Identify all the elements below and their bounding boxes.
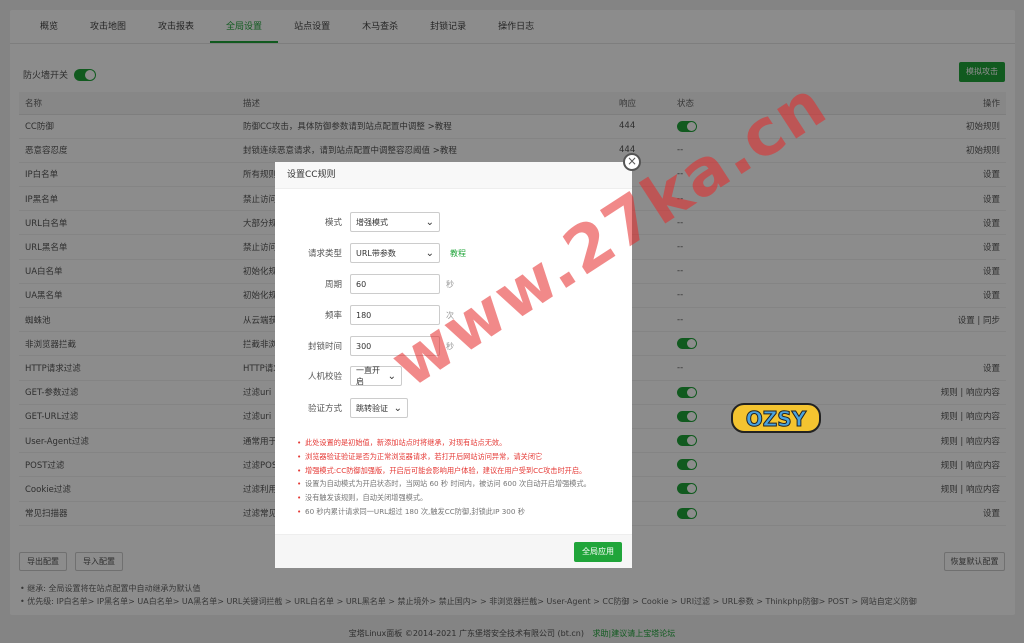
field-label: 频率 bbox=[324, 311, 342, 321]
tip-item: 增强模式:CC防御加强版，开启后可能会影响用户体验，建议在用户受到CC攻击时开启… bbox=[297, 464, 591, 478]
field-label: 验证方式 bbox=[307, 404, 342, 414]
field-input[interactable]: 60 bbox=[350, 274, 440, 294]
ozsy-logo: OZSY bbox=[731, 403, 821, 433]
form-row: 验证方式 跳转验证 ⌄ bbox=[275, 398, 408, 418]
field-value: 60 bbox=[356, 279, 367, 289]
form-row: 周期 60 秒 bbox=[275, 274, 454, 294]
tutorial-link[interactable]: 教程 bbox=[450, 248, 466, 259]
field-value: 一直开启 bbox=[356, 366, 380, 386]
tip-item: 设置为自动模式为开启状态时，当网站 60 秒 时间内，被访问 600 次自动开启… bbox=[297, 477, 591, 491]
field-select[interactable]: 增强模式 ⌄ bbox=[350, 212, 440, 232]
field-label: 周期 bbox=[324, 280, 342, 290]
form-row: 人机校验 一直开启 ⌄ bbox=[275, 366, 402, 386]
chevron-down-icon: ⌄ bbox=[393, 402, 402, 414]
chevron-down-icon: ⌄ bbox=[387, 370, 396, 382]
field-label: 人机校验 bbox=[307, 372, 342, 382]
tip-item: 浏览器验证验证是否为正常浏览器请求，若打开后网站访问异常，请关闭它 bbox=[297, 450, 591, 464]
field-select[interactable]: URL带参数 ⌄ bbox=[350, 243, 440, 263]
field-select[interactable]: 一直开启 ⌄ bbox=[350, 366, 402, 386]
form-row: 请求类型 URL带参数 ⌄ 教程 bbox=[275, 243, 466, 263]
badge-text: OZSY bbox=[746, 407, 807, 431]
form-row: 模式 增强模式 ⌄ bbox=[275, 212, 440, 232]
chevron-down-icon: ⌄ bbox=[425, 247, 434, 259]
tip-item: 60 秒内累计请求同一URL超过 180 次,触发CC防御,封锁此IP 300 … bbox=[297, 505, 591, 519]
tip-item: 此处设置的是初始值，新添加站点时将继承，对现有站点无效。 bbox=[297, 436, 591, 450]
field-label: 封锁时间 bbox=[307, 342, 342, 352]
field-select[interactable]: 跳转验证 ⌄ bbox=[350, 398, 408, 418]
tip-item: 没有触发该规则，自动关闭增强模式。 bbox=[297, 491, 591, 505]
close-icon[interactable]: × bbox=[623, 153, 641, 171]
modal-tips: 此处设置的是初始值，新添加站点时将继承，对现有站点无效。 浏览器验证验证是否为正… bbox=[297, 436, 591, 519]
field-value: URL带参数 bbox=[356, 248, 396, 258]
chevron-down-icon: ⌄ bbox=[425, 216, 434, 228]
field-unit: 秒 bbox=[446, 279, 454, 289]
field-value: 增强模式 bbox=[356, 217, 388, 227]
modal-footer: 全局应用 bbox=[275, 534, 632, 568]
field-label: 模式 bbox=[324, 218, 342, 228]
field-label: 请求类型 bbox=[307, 249, 342, 259]
field-value: 180 bbox=[356, 310, 372, 320]
field-value: 300 bbox=[356, 341, 372, 351]
modal-title: 设置CC规则 bbox=[275, 162, 632, 189]
field-value: 跳转验证 bbox=[356, 403, 388, 413]
global-apply-button[interactable]: 全局应用 bbox=[574, 542, 622, 562]
